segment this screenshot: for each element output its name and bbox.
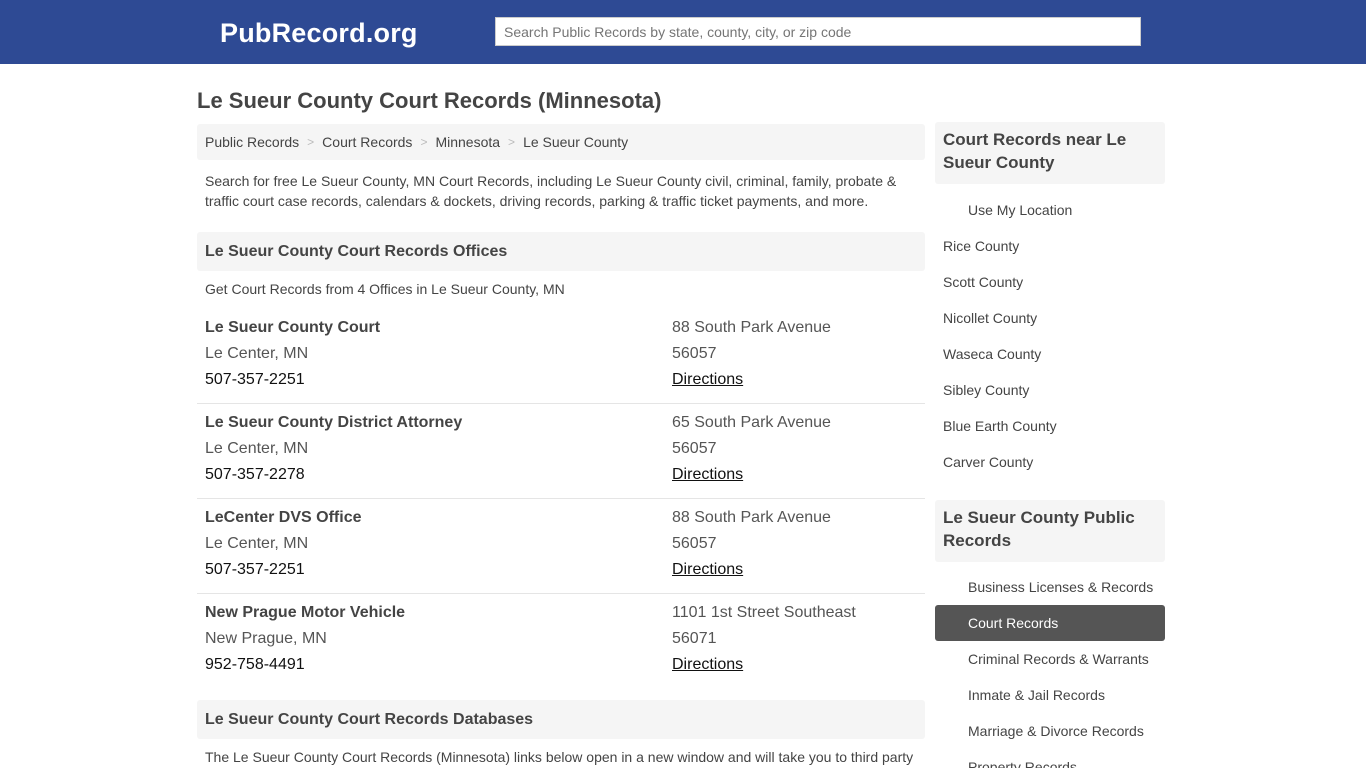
offices-subtitle: Get Court Records from 4 Offices in Le S… — [205, 281, 565, 297]
use-my-location-link[interactable]: Use My Location — [968, 202, 1072, 218]
breadcrumb-public-records[interactable]: Public Records — [205, 134, 299, 150]
office-phone: 507-357-2251 — [205, 561, 305, 578]
sidebar-item-sibley-county[interactable]: Sibley County — [943, 382, 1029, 398]
sidebar-item-inmate-jail-records[interactable]: Inmate & Jail Records — [968, 687, 1105, 703]
directions-link[interactable]: Directions — [672, 466, 743, 484]
office-zip: 56057 — [672, 535, 717, 552]
breadcrumb-separator-icon: > — [420, 135, 428, 149]
office-item: Le Sueur County Court Le Center, MN 507-… — [197, 309, 925, 404]
office-name: LeCenter DVS Office — [205, 509, 362, 526]
sidebar-item-court-records-active[interactable]: Court Records — [935, 605, 1165, 641]
directions-link[interactable]: Directions — [672, 656, 743, 674]
sidebar-nearby-heading: Court Records near Le Sueur County — [935, 122, 1165, 184]
breadcrumb-separator-icon: > — [508, 135, 516, 149]
office-name: Le Sueur County Court — [205, 319, 381, 336]
sidebar-item-label: Court Records — [968, 615, 1059, 631]
office-phone: 507-357-2251 — [205, 371, 305, 388]
offices-section-heading: Le Sueur County Court Records Offices — [197, 232, 925, 271]
office-city: New Prague, MN — [205, 630, 327, 647]
sidebar-item-business-licenses[interactable]: Business Licenses & Records — [968, 579, 1153, 595]
office-street: 88 South Park Avenue — [672, 509, 831, 526]
sidebar-item-blue-earth-county[interactable]: Blue Earth County — [943, 418, 1057, 434]
top-header-bar: PubRecord.org — [0, 0, 1366, 64]
office-street: 65 South Park Avenue — [672, 414, 831, 431]
sidebar-item-carver-county[interactable]: Carver County — [943, 454, 1033, 470]
office-city: Le Center, MN — [205, 440, 309, 457]
office-phone: 952-758-4491 — [205, 656, 305, 673]
search-input[interactable] — [495, 17, 1141, 46]
office-zip: 56071 — [672, 630, 717, 647]
office-name: New Prague Motor Vehicle — [205, 604, 406, 621]
office-item: New Prague Motor Vehicle New Prague, MN … — [197, 594, 925, 689]
sidebar-item-scott-county[interactable]: Scott County — [943, 274, 1023, 290]
breadcrumb-court-records[interactable]: Court Records — [322, 134, 412, 150]
intro-text: Search for free Le Sueur County, MN Cour… — [205, 173, 897, 209]
sidebar-item-marriage-divorce-records[interactable]: Marriage & Divorce Records — [968, 723, 1144, 739]
sidebar-public-records-heading: Le Sueur County Public Records — [935, 500, 1165, 562]
office-name: Le Sueur County District Attorney — [205, 414, 463, 431]
breadcrumb: Public Records > Court Records > Minneso… — [197, 124, 925, 160]
office-city: Le Center, MN — [205, 535, 309, 552]
office-item: LeCenter DVS Office Le Center, MN 507-35… — [197, 499, 925, 594]
office-street: 88 South Park Avenue — [672, 319, 831, 336]
page-title: Le Sueur County Court Records (Minnesota… — [197, 88, 662, 113]
breadcrumb-le-sueur-county[interactable]: Le Sueur County — [523, 134, 628, 150]
sidebar-item-waseca-county[interactable]: Waseca County — [943, 346, 1041, 362]
office-zip: 56057 — [672, 345, 717, 362]
sidebar-item-criminal-records[interactable]: Criminal Records & Warrants — [968, 651, 1149, 667]
sidebar-item-nicollet-county[interactable]: Nicollet County — [943, 310, 1037, 326]
office-phone: 507-357-2278 — [205, 466, 305, 483]
site-logo[interactable]: PubRecord.org — [220, 18, 418, 49]
office-item: Le Sueur County District Attorney Le Cen… — [197, 404, 925, 499]
office-zip: 56057 — [672, 440, 717, 457]
directions-link[interactable]: Directions — [672, 371, 743, 389]
breadcrumb-minnesota[interactable]: Minnesota — [435, 134, 500, 150]
office-city: Le Center, MN — [205, 345, 309, 362]
sidebar-item-rice-county[interactable]: Rice County — [943, 238, 1019, 254]
breadcrumb-separator-icon: > — [307, 135, 315, 149]
databases-section-heading: Le Sueur County Court Records Databases — [197, 700, 925, 739]
directions-link[interactable]: Directions — [672, 561, 743, 579]
office-street: 1101 1st Street Southeast — [672, 604, 856, 621]
sidebar-item-property-records[interactable]: Property Records — [968, 759, 1077, 768]
databases-intro-text: The Le Sueur County Court Records (Minne… — [205, 749, 914, 765]
